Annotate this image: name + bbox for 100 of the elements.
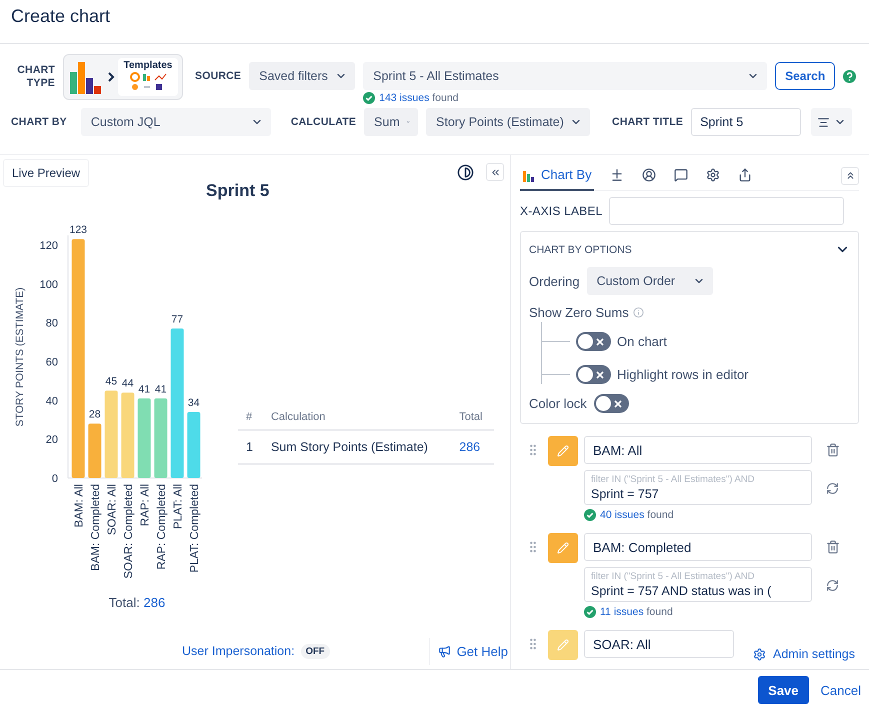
axis-tick-label: 0 — [52, 473, 58, 485]
category-label: SOAR: Completed — [122, 484, 135, 579]
total-text: Total: 286 — [108, 595, 166, 610]
series-name-input[interactable]: BAM: Completed — [584, 533, 812, 561]
chart-by-dropdown[interactable]: Custom JQL — [80, 108, 271, 136]
field-label: X-AXIS LABEL — [520, 204, 602, 218]
data-label: 41 — [154, 383, 167, 396]
table-cell: Sum Story Points (Estimate) — [262, 430, 452, 464]
search-button[interactable]: Search — [775, 62, 836, 90]
query-field[interactable]: filter IN ("Sprint 5 - All Estimates") AND Sprint = 757 AND status was in ( — [584, 567, 812, 602]
pencil-icon — [557, 639, 569, 651]
align-dropdown[interactable] — [811, 108, 852, 136]
axis-tick-label: 20 — [46, 434, 58, 446]
data-label: 77 — [171, 314, 184, 326]
collapse-button[interactable] — [841, 166, 859, 184]
trash-icon[interactable] — [826, 443, 840, 457]
align-center-icon — [817, 116, 830, 128]
axis-tick-label: 120 — [40, 240, 58, 252]
chart-templates-drawing — [128, 71, 168, 93]
category-label: RAP: All — [139, 484, 152, 526]
axis-tick-label: 40 — [46, 395, 58, 408]
data-label: 45 — [105, 376, 118, 388]
toggle-switch[interactable] — [576, 332, 611, 351]
field-label: CALCULATE — [290, 116, 356, 128]
function-dropdown[interactable]: Sum — [364, 108, 418, 136]
axis-title: STORY POINTS (ESTIMATE) — [14, 287, 26, 427]
field-dropdown[interactable]: Story Points (Estimate) — [426, 108, 590, 136]
check-circle-icon — [584, 606, 596, 618]
data-label: 34 — [188, 396, 200, 409]
user-impersonation[interactable]: User Impersonation: OFF — [178, 640, 334, 662]
trash-icon[interactable] — [826, 540, 840, 554]
cancel-link[interactable]: Cancel — [820, 682, 861, 698]
data-label: 44 — [122, 378, 134, 390]
ordering-dropdown[interactable]: Custom Order — [586, 267, 713, 295]
megaphone-icon — [438, 644, 451, 658]
filter-dropdown[interactable]: Sprint 5 - All Estimates — [363, 62, 768, 90]
field-label: CHART TITLE — [612, 116, 684, 128]
category-label: BAM: Completed — [90, 484, 102, 571]
column-header: # — [238, 405, 263, 430]
field-label: CHART TYPE — [16, 64, 55, 90]
status-badge: OFF — [300, 644, 330, 658]
axis-tick-label: 100 — [40, 278, 58, 291]
x-axis-label-input[interactable] — [609, 197, 844, 225]
color-swatch[interactable] — [548, 630, 578, 660]
double-chevron-left-icon — [490, 166, 500, 178]
color-swatch[interactable] — [548, 533, 578, 563]
double-chevron-up-icon — [844, 170, 856, 181]
source-mode-dropdown[interactable]: Saved filters — [249, 62, 356, 90]
ordering-label: Ordering — [529, 274, 580, 288]
category-label: BAM: All — [73, 484, 86, 528]
color-swatch[interactable] — [548, 436, 578, 466]
settings-icon — [753, 648, 766, 660]
cross-icon — [614, 400, 622, 408]
templates-button[interactable]: Templates — [118, 58, 178, 96]
impersonation-label: User Impersonation: — [182, 644, 295, 658]
series-name-input[interactable]: SOAR: All — [584, 630, 734, 658]
contrast-icon[interactable] — [457, 164, 474, 180]
field-label: SOURCE — [195, 70, 242, 83]
series-name-input[interactable]: BAM: All — [584, 436, 812, 464]
bar-chart-icon — [68, 60, 104, 94]
category-label: RAP: Completed — [156, 484, 168, 570]
chart-title-input[interactable]: Sprint 5 — [691, 108, 802, 136]
toggle-label: On chart — [617, 334, 667, 349]
data-label: 28 — [88, 408, 101, 421]
user-circle-icon — [642, 168, 656, 182]
column-header: Total — [451, 405, 494, 430]
toggle-switch[interactable] — [594, 394, 629, 413]
collapse-button[interactable] — [486, 163, 504, 181]
plus-minus-icon — [610, 168, 624, 182]
check-circle-icon — [363, 92, 376, 104]
category-label: PLAT: All — [172, 484, 184, 530]
save-button[interactable]: Save — [758, 676, 809, 704]
section-title: CHART BY OPTIONS — [529, 244, 632, 256]
issues-found-text: 143 issues found — [379, 92, 459, 104]
chart-title: Sprint 5 — [206, 181, 270, 201]
cross-icon — [596, 370, 604, 378]
chart-type-picker[interactable]: Templates — [63, 54, 183, 100]
query-field[interactable]: filter IN ("Sprint 5 - All Estimates") AND Sprint = 757 — [584, 470, 812, 505]
toggle-switch[interactable] — [576, 365, 611, 384]
help-icon[interactable] — [843, 70, 856, 83]
live-preview-tab[interactable]: Live Preview — [3, 159, 90, 187]
bar — [88, 424, 102, 478]
chart-by-tab[interactable]: Chart By — [520, 160, 594, 190]
toggle-label: Highlight rows in editor — [617, 367, 749, 382]
message-icon — [674, 168, 688, 182]
field-label: CHART BY — [11, 116, 67, 128]
refresh-icon[interactable] — [826, 482, 839, 495]
get-help-button[interactable]: Get Help — [428, 638, 510, 664]
axis-tick-label: 60 — [46, 356, 58, 368]
refresh-icon[interactable] — [826, 579, 839, 592]
settings-icon — [706, 168, 720, 182]
zero-sums-label: Show Zero Sums — [529, 305, 629, 320]
axis-tick-label: 80 — [46, 318, 58, 330]
dialog-title: Create chart — [11, 6, 110, 27]
category-label: PLAT: Completed — [188, 484, 201, 573]
table-cell: 286 — [451, 430, 494, 464]
issues-found-text: 40 issues found — [600, 509, 674, 521]
column-header: Calculation — [262, 405, 452, 430]
chevron-right-icon — [107, 72, 115, 82]
data-label: 41 — [138, 383, 150, 396]
